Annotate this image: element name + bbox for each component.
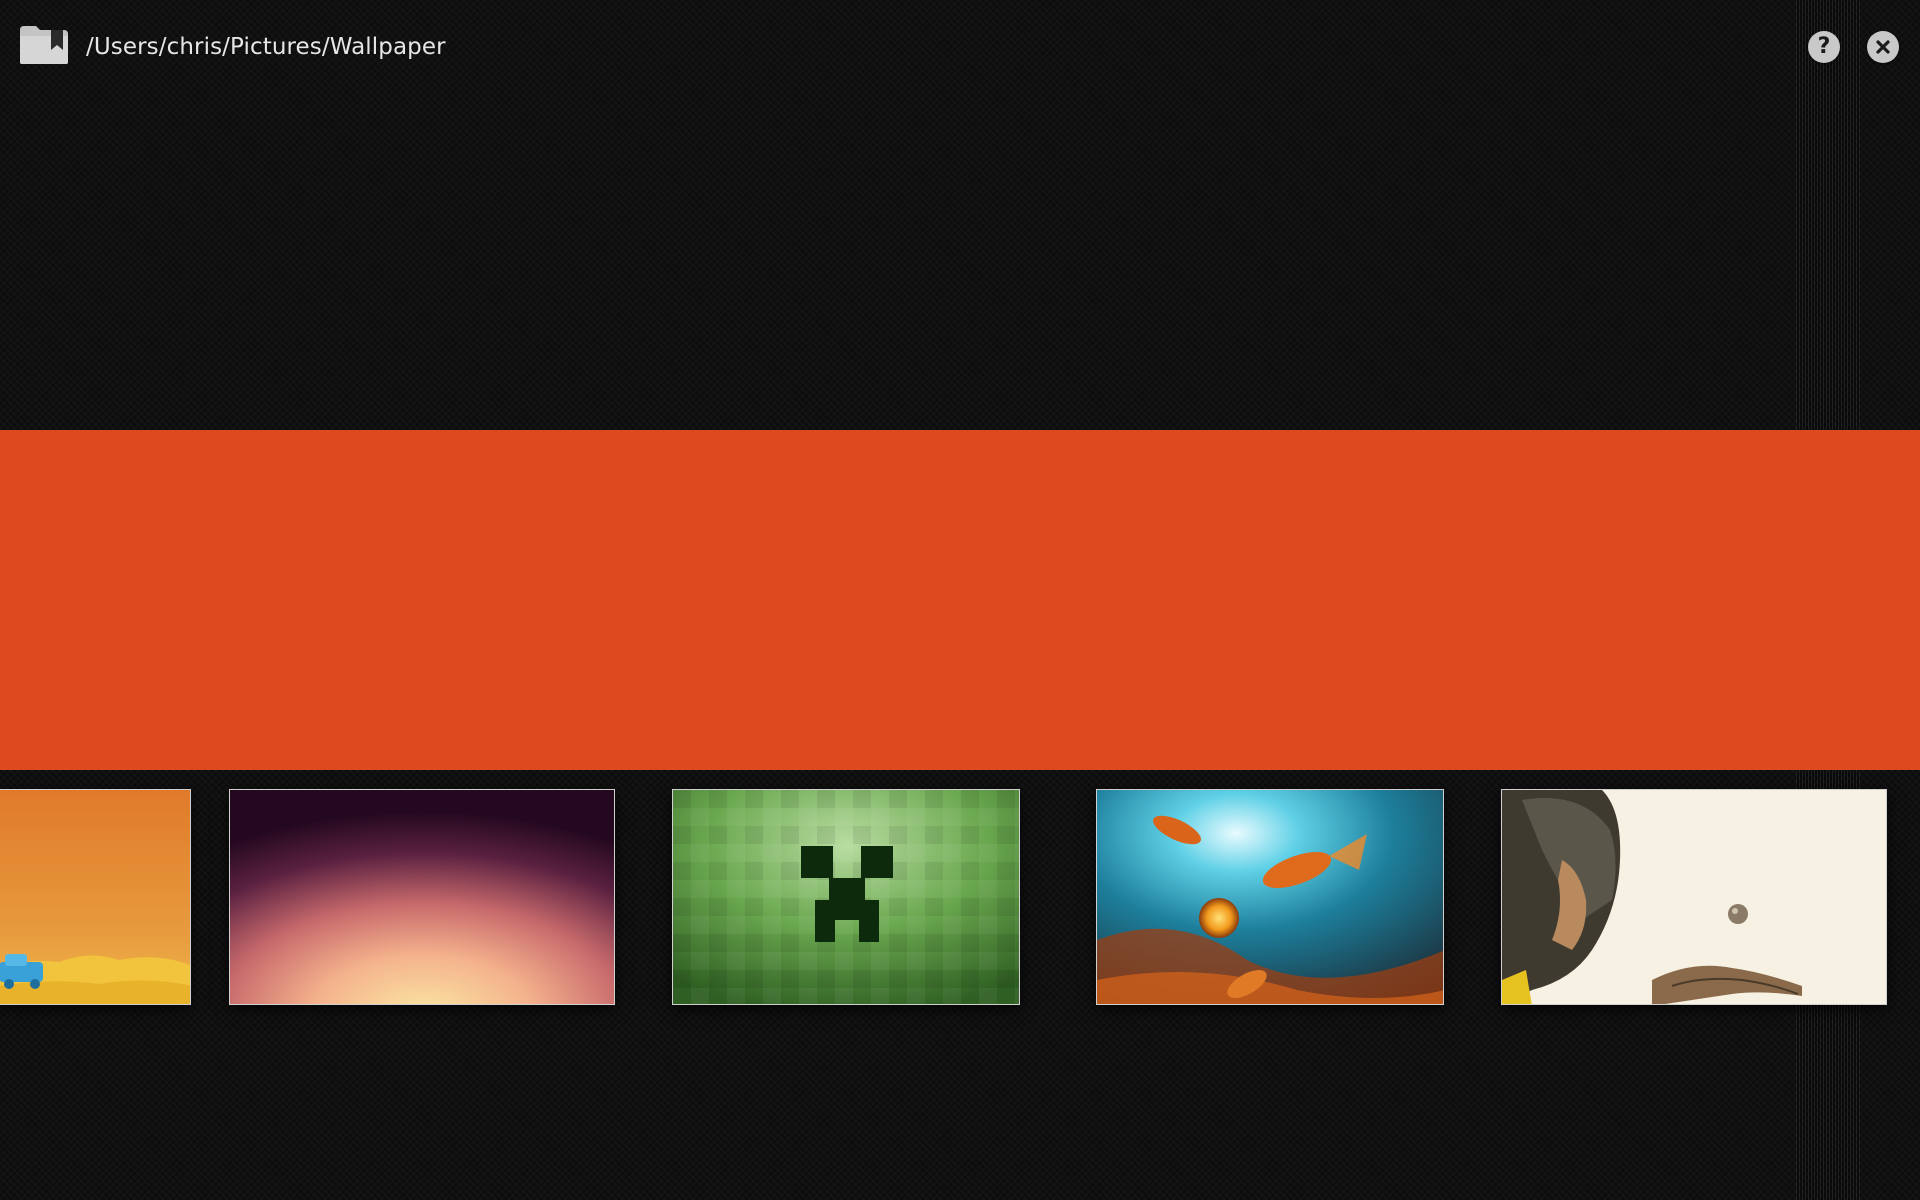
top-bar: /Users/chris/Pictures/Wallpaper ? xyxy=(0,0,1920,96)
close-icon xyxy=(1876,40,1890,54)
goldfish-image xyxy=(1097,790,1443,1004)
app-window: /Users/chris/Pictures/Wallpaper ? xyxy=(0,0,1920,1200)
folder-bookmark-icon[interactable] xyxy=(18,24,70,66)
creeper-image xyxy=(673,790,1019,1004)
helmet-figure-image xyxy=(1502,790,1886,1004)
wallpaper-thumbnail[interactable] xyxy=(0,789,191,1005)
close-button[interactable] xyxy=(1867,31,1899,63)
desert-image xyxy=(0,790,190,1004)
wallpaper-thumbnail[interactable] xyxy=(1501,789,1887,1005)
wallpaper-thumbnail[interactable] xyxy=(1096,789,1444,1005)
selected-wallpaper-preview xyxy=(0,430,1920,770)
help-icon: ? xyxy=(1817,34,1831,59)
wallpaper-thumbnail[interactable] xyxy=(229,789,615,1005)
gradient-image xyxy=(230,790,614,1004)
folder-path: /Users/chris/Pictures/Wallpaper xyxy=(86,34,446,60)
help-button[interactable]: ? xyxy=(1808,31,1840,63)
wallpaper-thumbnail[interactable] xyxy=(672,789,1020,1005)
